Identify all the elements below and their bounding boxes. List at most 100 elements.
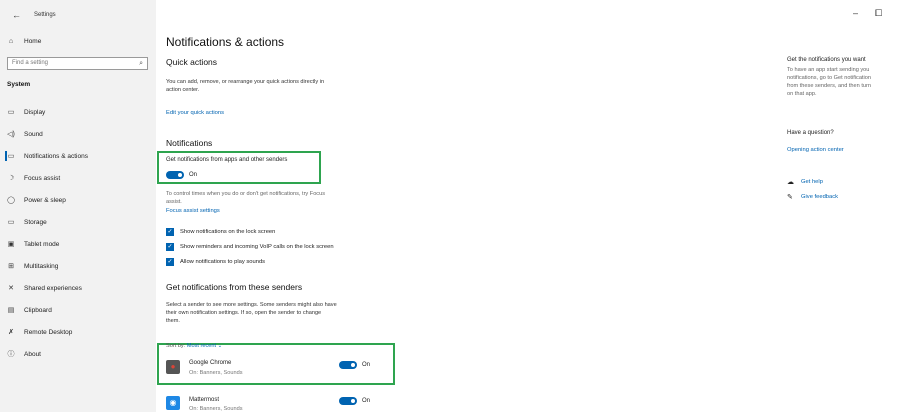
text-line: from these senders, and then turn bbox=[787, 83, 871, 89]
checkbox-label: Allow notifications to play sounds bbox=[180, 259, 266, 265]
about-icon: ⓘ bbox=[7, 351, 15, 358]
home-icon: ⌂ bbox=[8, 37, 14, 45]
opening-action-center-link[interactable]: Opening action center bbox=[787, 147, 844, 153]
sidebar-item-multitasking[interactable]: ⊞ Multitasking bbox=[0, 256, 156, 276]
notifications-toggle[interactable] bbox=[166, 171, 184, 179]
sound-icon: ◁) bbox=[7, 131, 15, 138]
give-feedback-icon: ✎ bbox=[787, 194, 793, 201]
search-icon[interactable]: ⌕ bbox=[139, 58, 143, 69]
app-detail: On: Banners, Sounds bbox=[189, 370, 243, 376]
mattermost-icon: ◉ bbox=[166, 396, 180, 410]
voip-checkbox[interactable]: ✓ bbox=[166, 243, 174, 251]
sidebar-item-label: Storage bbox=[24, 218, 47, 226]
sidebar-item-remote-desktop[interactable]: ✗ Remote Desktop bbox=[0, 322, 156, 342]
get-notifications-text: To have an app start sending you notific… bbox=[787, 66, 898, 98]
quick-actions-description: You can add, remove, or rearrange your q… bbox=[166, 78, 324, 94]
sidebar-item-shared-experiences[interactable]: ✕ Shared experiences bbox=[0, 278, 156, 298]
description-line: Select a sender to see more settings. So… bbox=[166, 302, 337, 308]
get-help-link[interactable]: Get help bbox=[801, 179, 823, 185]
sidebar-item-label: Display bbox=[24, 108, 46, 116]
description-line: their own notification settings. If so, … bbox=[166, 310, 322, 316]
remote-desktop-icon: ✗ bbox=[8, 329, 14, 336]
notifications-icon: ▭ bbox=[7, 153, 15, 160]
quick-actions-heading: Quick actions bbox=[166, 57, 218, 67]
page-title: Notifications & actions bbox=[166, 35, 285, 49]
lock-screen-checkbox[interactable]: ✓ bbox=[166, 228, 174, 236]
shared-experiences-icon: ✕ bbox=[8, 285, 14, 292]
sidebar-item-label: Power & sleep bbox=[24, 196, 66, 204]
search-placeholder: Find a setting bbox=[12, 60, 49, 66]
focus-assist-icon: ☽ bbox=[7, 175, 15, 182]
sidebar-item-label: Focus assist bbox=[24, 174, 61, 182]
sidebar-item-about[interactable]: ⓘ About bbox=[0, 344, 156, 364]
sidebar-item-label: Shared experiences bbox=[24, 284, 82, 292]
focus-assist-hint: To control times when you do or don't ge… bbox=[166, 190, 325, 206]
tablet-mode-icon: ▣ bbox=[7, 241, 15, 248]
sidebar-item-power[interactable]: ◯ Power & sleep bbox=[0, 190, 156, 210]
sidebar-item-label: Remote Desktop bbox=[24, 328, 73, 336]
back-arrow-icon[interactable]: ← bbox=[12, 10, 21, 20]
text-line: notifications, go to Get notification bbox=[787, 75, 871, 81]
notifications-heading: Notifications bbox=[166, 138, 213, 148]
app-name[interactable]: Mattermost bbox=[189, 397, 219, 403]
restore-button[interactable]: ⧠ bbox=[875, 8, 882, 19]
search-input[interactable]: Find a setting ⌕ bbox=[7, 57, 148, 70]
mattermost-glyph: ◉ bbox=[169, 398, 177, 407]
senders-description: Select a sender to see more settings. So… bbox=[166, 301, 337, 325]
window-title: Settings bbox=[34, 12, 56, 18]
display-icon: ▭ bbox=[7, 109, 15, 116]
toggle-state-label: On bbox=[189, 172, 198, 178]
sidebar-item-label: About bbox=[24, 350, 41, 358]
sidebar-item-storage[interactable]: ▭ Storage bbox=[0, 212, 156, 232]
sort-dropdown[interactable]: Most recent bbox=[187, 343, 216, 349]
storage-icon: ▭ bbox=[7, 219, 15, 226]
sort-label: Sort by: bbox=[166, 343, 186, 349]
sidebar: ← Settings ⌂ Home Find a setting ⌕ Syste… bbox=[0, 0, 156, 412]
sidebar-item-label: Clipboard bbox=[24, 306, 52, 314]
sidebar-item-sound[interactable]: ◁) Sound bbox=[0, 124, 156, 144]
description-line: You can add, remove, or rearrange your q… bbox=[166, 79, 325, 85]
toggle-state-label: On bbox=[362, 362, 371, 368]
checkbox-label: Show reminders and incoming VoIP calls o… bbox=[180, 244, 334, 250]
minimize-button[interactable]: – bbox=[853, 8, 858, 18]
focus-assist-settings-link[interactable]: Focus assist settings bbox=[166, 208, 220, 214]
app-name[interactable]: Google Chrome bbox=[189, 360, 231, 366]
sidebar-item-label: Home bbox=[24, 37, 42, 45]
google-chrome-icon: ● bbox=[166, 360, 180, 374]
sort-row: Sort by: Most recent ⌄ bbox=[166, 342, 222, 350]
hint-line: To control times when you do or don't ge… bbox=[166, 191, 326, 197]
sidebar-item-clipboard[interactable]: ▤ Clipboard bbox=[0, 300, 156, 320]
chrome-glyph: ● bbox=[170, 362, 176, 371]
description-line: action center. bbox=[166, 87, 200, 93]
sidebar-item-label: Tablet mode bbox=[24, 240, 60, 248]
clipboard-icon: ▤ bbox=[7, 307, 15, 314]
sounds-checkbox[interactable]: ✓ bbox=[166, 258, 174, 266]
highlight-box bbox=[157, 151, 321, 184]
sidebar-item-focus-assist[interactable]: ☽ Focus assist bbox=[0, 168, 156, 188]
sidebar-section-heading: System bbox=[7, 81, 31, 88]
get-notifications-heading: Get the notifications you want bbox=[787, 57, 866, 63]
give-feedback-link[interactable]: Give feedback bbox=[801, 194, 838, 200]
chevron-down-icon[interactable]: ⌄ bbox=[218, 343, 223, 349]
sidebar-item-label: Notifications & actions bbox=[24, 152, 88, 160]
toggle-state-label: On bbox=[362, 398, 371, 404]
senders-heading: Get notifications from these senders bbox=[166, 282, 303, 292]
hint-line: assist. bbox=[166, 199, 182, 205]
get-notifications-label: Get notifications from apps and other se… bbox=[166, 157, 288, 163]
sidebar-item-notifications[interactable]: ▭ Notifications & actions bbox=[0, 146, 156, 166]
chrome-toggle[interactable] bbox=[339, 361, 357, 369]
sidebar-item-tablet-mode[interactable]: ▣ Tablet mode bbox=[0, 234, 156, 254]
edit-quick-actions-link[interactable]: Edit your quick actions bbox=[166, 110, 224, 116]
sidebar-item-label: Sound bbox=[24, 130, 43, 138]
question-heading: Have a question? bbox=[787, 130, 834, 136]
get-help-icon: ☁ bbox=[787, 179, 794, 186]
power-icon: ◯ bbox=[7, 197, 15, 204]
sidebar-item-label: Multitasking bbox=[24, 262, 59, 270]
sidebar-item-display[interactable]: ▭ Display bbox=[0, 102, 156, 122]
text-line: on that app. bbox=[787, 91, 817, 97]
sidebar-item-home[interactable]: ⌂ Home bbox=[0, 31, 156, 51]
multitasking-icon: ⊞ bbox=[8, 263, 14, 270]
related-panel: Get the notifications you want To have a… bbox=[787, 57, 898, 98]
checkbox-label: Show notifications on the lock screen bbox=[180, 229, 276, 235]
mattermost-toggle[interactable] bbox=[339, 397, 357, 405]
